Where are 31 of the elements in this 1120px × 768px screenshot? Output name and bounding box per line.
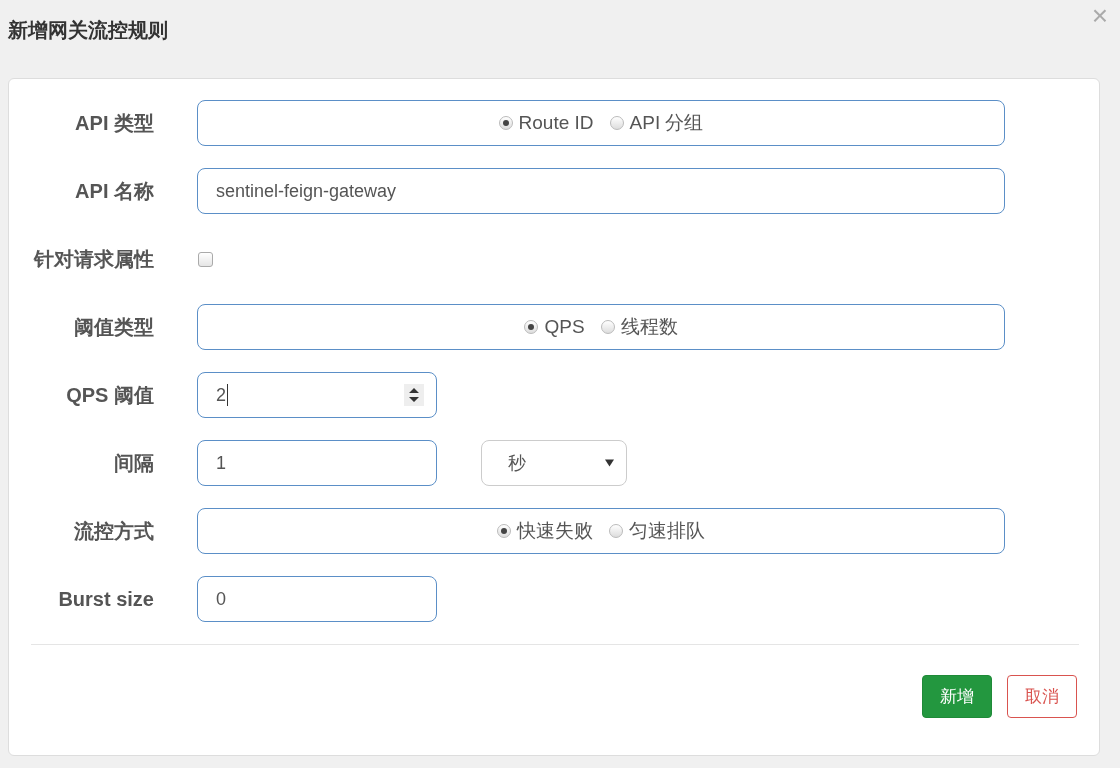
radio-button[interactable] <box>600 320 615 334</box>
field-label: 针对请求属性 <box>32 246 154 272</box>
radio-button[interactable] <box>609 524 623 538</box>
radio-button[interactable] <box>524 320 539 334</box>
radio-button[interactable] <box>609 116 624 130</box>
text-field[interactable]: sentinel-feign-gateway <box>197 168 1005 214</box>
field-label: 流控方式 <box>73 518 154 544</box>
text-field[interactable]: 1 <box>197 440 437 486</box>
checkbox[interactable] <box>198 251 213 267</box>
number-field[interactable]: 2 <box>197 372 437 418</box>
radio-label: 快速失败 <box>517 519 593 543</box>
dropdown-arrow-icon <box>605 459 614 467</box>
field-label: QPS 阈值 <box>65 382 154 408</box>
spinner-icon[interactable] <box>404 384 424 406</box>
radio-label: 线程数 <box>620 315 678 339</box>
dialog-title: 新增网关流控规则 <box>8 18 168 43</box>
field-label: API 名称 <box>74 178 154 204</box>
radio-label: API 分组 <box>629 111 704 135</box>
add-button[interactable]: 新增 <box>922 675 992 718</box>
radio-button[interactable] <box>498 116 513 130</box>
field-label: 阈值类型 <box>73 314 154 340</box>
text-field[interactable]: 0 <box>197 576 437 622</box>
radio-label: 匀速排队 <box>629 519 705 543</box>
radio-label: QPS <box>544 316 585 338</box>
cancel-button[interactable]: 取消 <box>1007 675 1077 718</box>
field-label: 间隔 <box>113 450 154 476</box>
unit-select[interactable]: 秒 <box>481 440 627 486</box>
radio-button[interactable] <box>497 524 511 538</box>
field-label: Burst size <box>57 587 154 611</box>
field-label: API 类型 <box>74 110 154 136</box>
radio-label: Route ID <box>518 112 594 134</box>
